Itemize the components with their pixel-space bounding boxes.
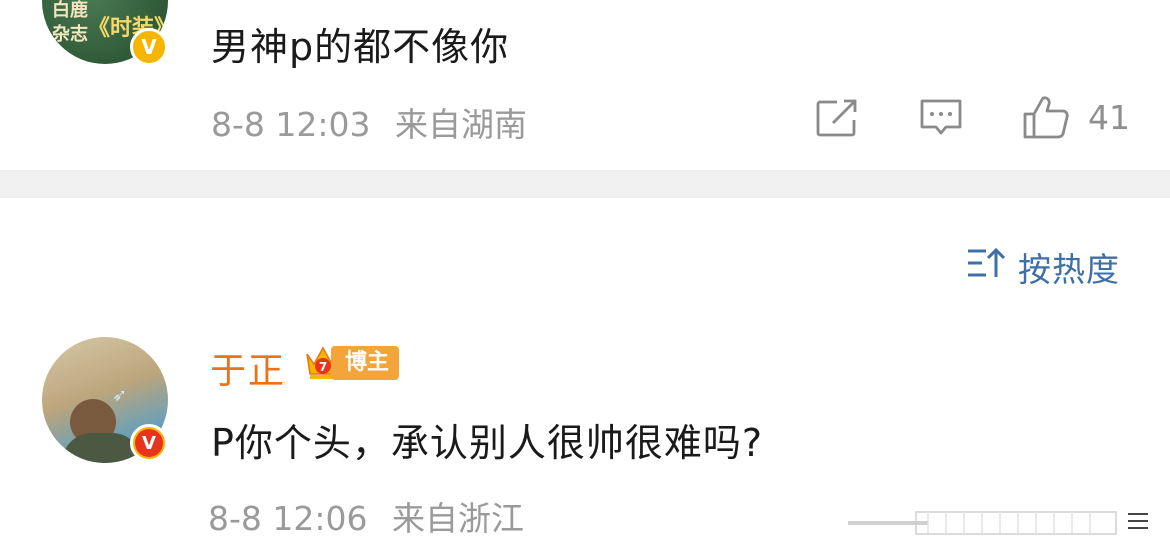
- comment-icon[interactable]: [918, 97, 964, 139]
- comment-meta: 8-8 12:06 来自浙江: [208, 492, 524, 540]
- avatar-text-line-2: 杂志: [52, 24, 88, 45]
- scroll-indicator[interactable]: [848, 508, 1158, 538]
- comment-source: 来自湖南: [395, 105, 527, 144]
- comment-time: 8-8 12:06: [208, 499, 368, 538]
- avatar-decoration: ➶: [112, 385, 128, 406]
- thumbs-up-icon[interactable]: [1022, 94, 1070, 140]
- sort-icon[interactable]: [966, 246, 1006, 280]
- comment-text: P你个头，承认别人很帅很难吗?: [211, 421, 764, 465]
- username[interactable]: 于正: [210, 342, 286, 394]
- sort-by-hot-button[interactable]: 按热度: [1018, 243, 1120, 291]
- verified-badge-icon: V: [130, 28, 168, 66]
- comment-card-1: 白鹿 杂志 《时装》 V 男神p的都不像你 8-8 12:03 来自湖南 41: [0, 0, 1170, 170]
- crown-level: 7: [319, 360, 327, 374]
- comment-source: 来自浙江: [392, 499, 524, 538]
- share-icon[interactable]: [815, 98, 859, 138]
- comment-meta: 8-8 12:03 来自湖南: [211, 98, 527, 146]
- blogger-badge: 博主: [331, 346, 400, 380]
- comment-time: 8-8 12:03: [211, 105, 371, 144]
- avatar-text-line-1: 白鹿: [52, 0, 88, 21]
- verified-badge-icon: V: [130, 424, 168, 462]
- section-divider: [0, 170, 1170, 198]
- like-count: 41: [1088, 98, 1130, 137]
- comment-text: 男神p的都不像你: [211, 25, 510, 69]
